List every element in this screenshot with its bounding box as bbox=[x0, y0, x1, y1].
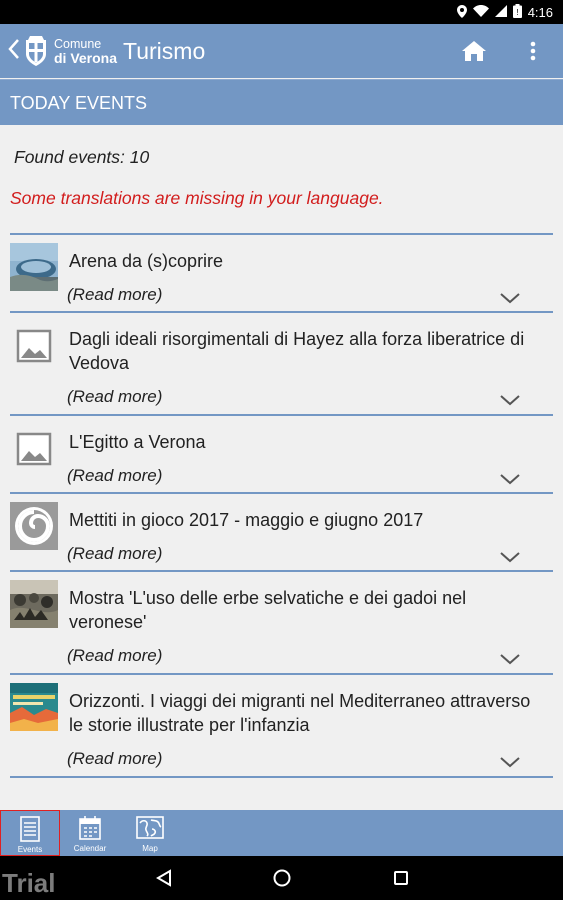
event-title[interactable]: Dagli ideali risorgimentali di Hayez all… bbox=[69, 327, 539, 375]
chevron-down-icon[interactable] bbox=[499, 472, 521, 486]
home-circle-icon[interactable] bbox=[270, 866, 294, 890]
wifi-icon bbox=[472, 5, 489, 19]
read-more-link[interactable]: (Read more) bbox=[67, 646, 162, 666]
arena-photo bbox=[10, 243, 58, 291]
chevron-down-icon[interactable] bbox=[499, 291, 521, 305]
chevron-down-icon[interactable] bbox=[499, 755, 521, 769]
event-title[interactable]: L'Egitto a Verona bbox=[69, 430, 539, 454]
list-item[interactable]: Arena da (s)coprire (Read more) bbox=[10, 235, 553, 313]
event-title[interactable]: Orizzonti. I viaggi dei migranti nel Med… bbox=[69, 689, 539, 737]
home-icon[interactable] bbox=[460, 37, 488, 65]
chevron-down-icon[interactable] bbox=[499, 550, 521, 564]
tab-label: Calendar bbox=[73, 844, 107, 853]
logo-line2: di Verona bbox=[54, 50, 118, 66]
list-icon bbox=[19, 816, 41, 847]
app-title: Turismo bbox=[123, 37, 206, 64]
herbs-photo bbox=[10, 580, 58, 628]
translation-warning: Some translations are missing in your la… bbox=[10, 188, 384, 208]
list-item[interactable]: Mostra 'L'uso delle erbe selvatiche e de… bbox=[10, 572, 553, 675]
list-item[interactable]: Dagli ideali risorgimentali di Hayez all… bbox=[10, 313, 553, 416]
comune-logo bbox=[24, 35, 48, 67]
chevron-down-icon[interactable] bbox=[499, 393, 521, 407]
back-triangle-icon[interactable] bbox=[152, 866, 176, 890]
tab-label: Map bbox=[142, 844, 158, 853]
event-list: Arena da (s)coprire (Read more) Dagli id… bbox=[10, 233, 553, 778]
status-bar: ! 4:16 bbox=[0, 0, 563, 24]
svg-text:!: ! bbox=[516, 8, 518, 17]
event-title[interactable]: Mettiti in gioco 2017 - maggio e giugno … bbox=[69, 508, 539, 532]
chevron-down-icon[interactable] bbox=[499, 652, 521, 666]
orizzonti-poster bbox=[10, 683, 58, 731]
section-title: TODAY EVENTS bbox=[0, 79, 563, 125]
calendar-icon bbox=[78, 815, 102, 846]
events-content: Found events: 10 Some translations are m… bbox=[0, 125, 563, 810]
read-more-link[interactable]: (Read more) bbox=[67, 466, 162, 486]
signal-icon bbox=[494, 5, 507, 19]
tab-label: Events bbox=[17, 845, 43, 854]
image-placeholder-icon bbox=[10, 321, 58, 369]
overflow-menu-icon[interactable] bbox=[523, 37, 543, 65]
read-more-link[interactable]: (Read more) bbox=[67, 749, 162, 769]
system-nav-bar: Trial bbox=[0, 856, 563, 900]
map-icon bbox=[136, 815, 164, 846]
tab-map[interactable]: Map bbox=[120, 810, 180, 856]
battery-icon: ! bbox=[512, 4, 522, 20]
status-time: 4:16 bbox=[527, 4, 553, 20]
back-chevron-icon[interactable] bbox=[8, 38, 22, 64]
found-events-text: Found events: 10 bbox=[14, 147, 150, 167]
bottom-nav: Events Calendar Map bbox=[0, 810, 563, 856]
comune-logo-text: Comune di Verona bbox=[54, 37, 117, 65]
read-more-link[interactable]: (Read more) bbox=[67, 544, 162, 564]
event-title[interactable]: Arena da (s)coprire bbox=[69, 249, 539, 273]
image-placeholder-icon bbox=[10, 424, 58, 472]
trial-watermark: Trial bbox=[2, 868, 56, 898]
list-item[interactable]: Mettiti in gioco 2017 - maggio e giugno … bbox=[10, 494, 553, 572]
read-more-link[interactable]: (Read more) bbox=[67, 387, 162, 407]
location-icon bbox=[456, 4, 467, 20]
tab-events[interactable]: Events bbox=[0, 810, 60, 856]
read-more-link[interactable]: (Read more) bbox=[67, 285, 162, 305]
list-item[interactable]: L'Egitto a Verona (Read more) bbox=[10, 416, 553, 494]
spiral-logo bbox=[10, 502, 58, 550]
tab-calendar[interactable]: Calendar bbox=[60, 810, 120, 856]
list-item[interactable]: Orizzonti. I viaggi dei migranti nel Med… bbox=[10, 675, 553, 778]
event-title[interactable]: Mostra 'L'uso delle erbe selvatiche e de… bbox=[69, 586, 539, 634]
app-bar: Comune di Verona Turismo bbox=[0, 24, 563, 78]
logo-line1: Comune bbox=[54, 37, 102, 51]
recents-square-icon[interactable] bbox=[389, 866, 413, 890]
